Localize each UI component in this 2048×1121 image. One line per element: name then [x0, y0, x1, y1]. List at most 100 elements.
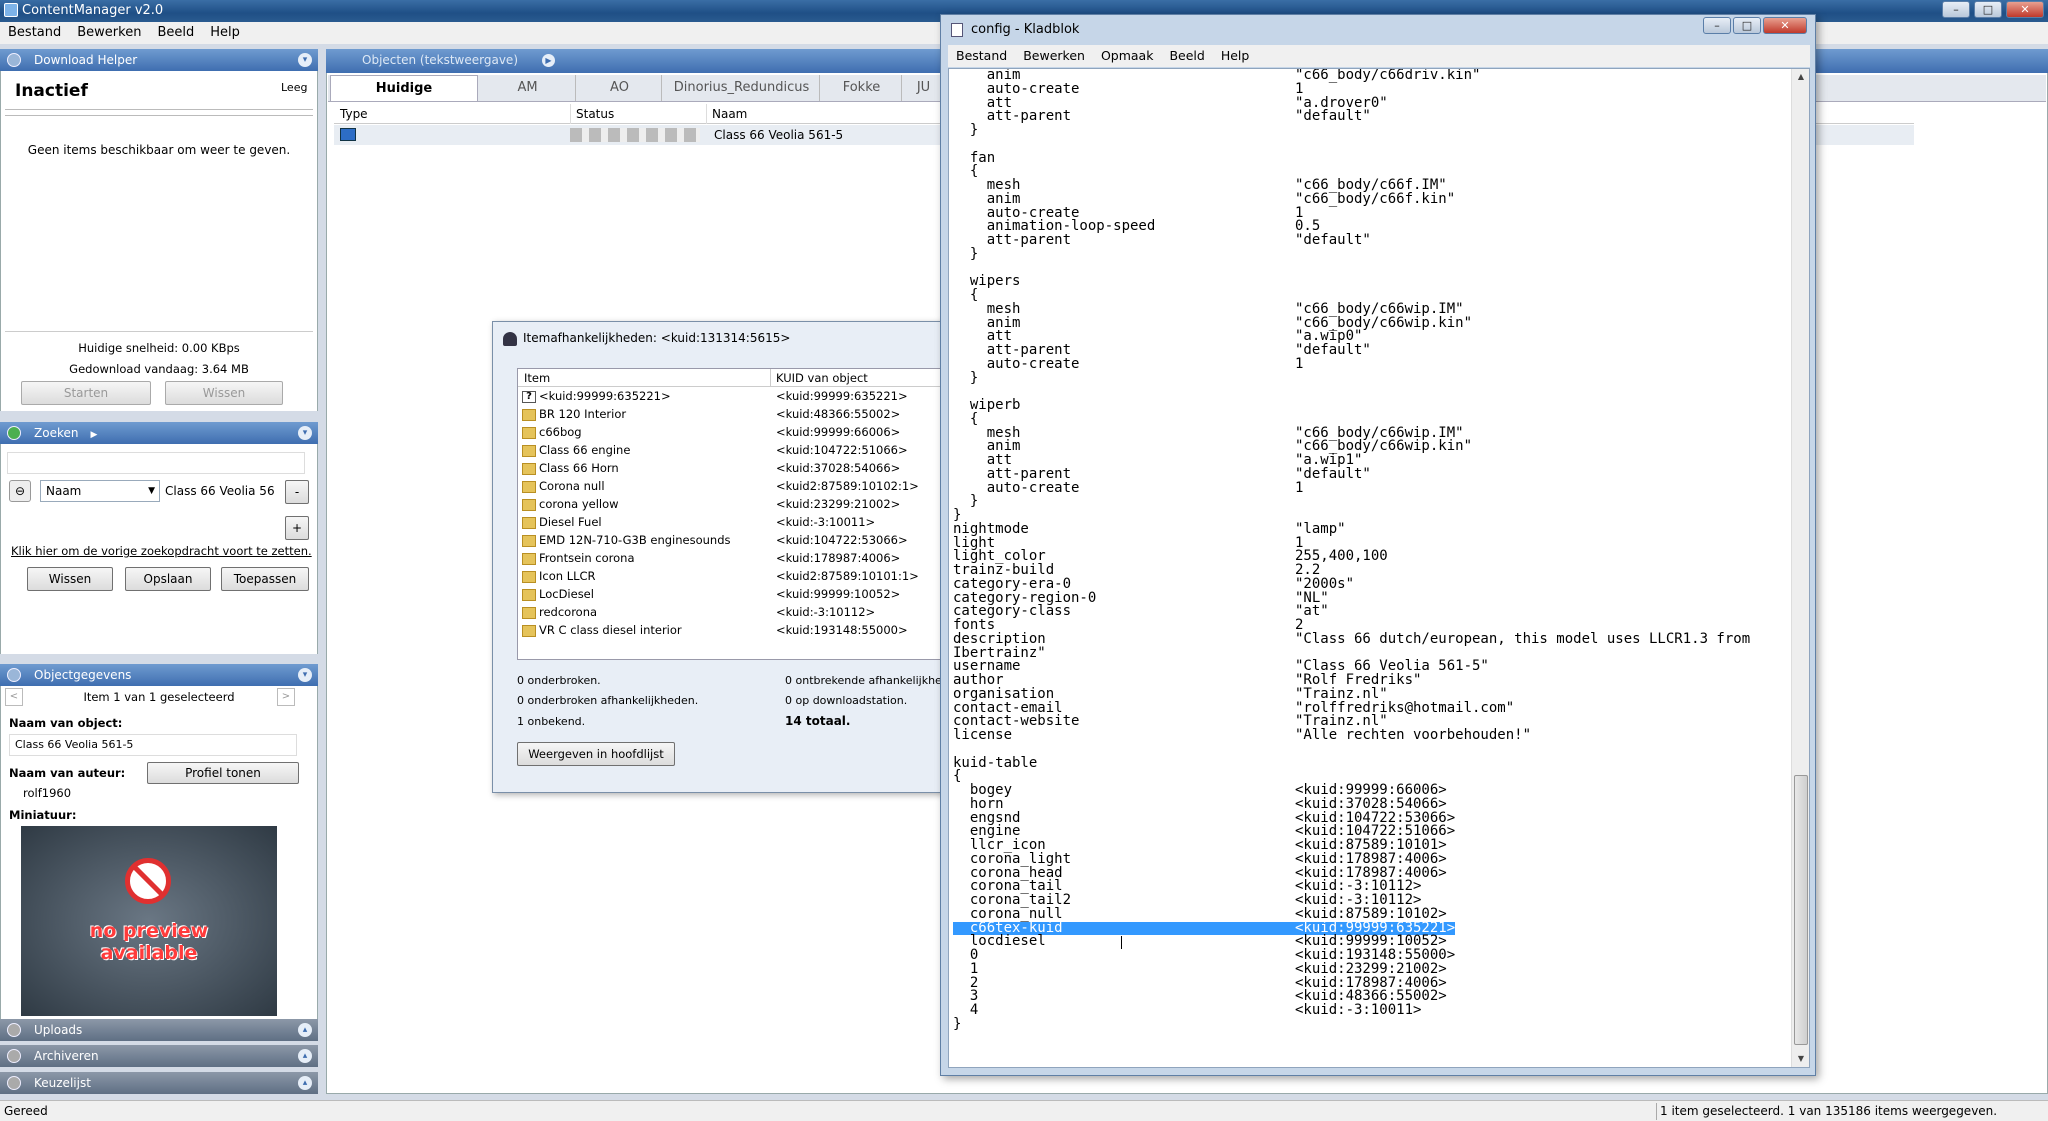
dependency-row[interactable]: ? <kuid:99999:635221> <kuid:99999:635221> [518, 387, 954, 405]
text-line[interactable] [953, 385, 1789, 399]
show-profile-button[interactable]: Profiel tonen [147, 762, 299, 784]
text-line[interactable]: anim "c66_body/c66wip.kin" [953, 439, 1789, 454]
text-line[interactable]: } [953, 508, 1789, 523]
text-line[interactable]: auto-create 1 [953, 481, 1789, 496]
dependency-row[interactable]: Corona null <kuid2:87589:10102:1> [518, 477, 954, 495]
text-line[interactable]: } [953, 371, 1789, 386]
text-line[interactable]: att "a.drover0" [953, 96, 1789, 111]
next-item-button[interactable]: > [277, 688, 295, 706]
dependency-row[interactable]: EMD 12N-710-G3B enginesounds <kuid:104722… [518, 531, 954, 549]
dependency-row[interactable]: corona yellow <kuid:23299:21002> [518, 495, 954, 513]
dependency-row[interactable]: Diesel Fuel <kuid:-3:10011> [518, 513, 954, 531]
notepad-text[interactable]: anim "c66_body/c66driv.kin" auto-create 1 … [953, 69, 1789, 1032]
notepad-menu-help[interactable]: Help [1213, 45, 1258, 67]
download-helper-header[interactable]: Download Helper ▾ [0, 49, 318, 71]
search-header[interactable]: Zoeken ▶ ▾ [0, 422, 318, 444]
text-line[interactable]: description "Class 66 dutch/european, thi… [953, 632, 1789, 647]
dependency-row[interactable]: Class 66 engine <kuid:104722:51066> [518, 441, 954, 459]
vertical-scrollbar[interactable]: ▲ ▼ [1791, 69, 1809, 1067]
apply-button[interactable]: Toepassen [221, 567, 309, 591]
text-line[interactable]: } [953, 1017, 1789, 1032]
text-line[interactable]: att-parent "default" [953, 233, 1789, 248]
search-text-input[interactable] [7, 452, 305, 474]
notepad-maximize-button[interactable]: □ [1733, 17, 1761, 34]
text-line[interactable]: license "Alle rechten voorbehouden!" [953, 728, 1789, 743]
menu-help[interactable]: Help [202, 22, 248, 44]
text-line[interactable]: } [953, 494, 1789, 509]
notepad-menu-bestand[interactable]: Bestand [948, 45, 1015, 67]
tab-dinorius[interactable]: Dinorius_Redundicus [664, 75, 820, 101]
dependency-row[interactable]: Frontsein corona <kuid:178987:4006> [518, 549, 954, 567]
search-value[interactable]: Class 66 Veolia 561-5 [165, 484, 275, 498]
dependency-row[interactable]: redcorona <kuid:-3:10112> [518, 603, 954, 621]
tab-fokke[interactable]: Fokke [822, 75, 902, 101]
remove-criterion-button[interactable]: - [285, 480, 309, 504]
col-status[interactable]: Status [576, 107, 614, 121]
text-line[interactable]: att "a.wip1" [953, 453, 1789, 468]
tab-ao[interactable]: AO [578, 75, 662, 101]
collapse-icon[interactable]: ▾ [298, 426, 312, 440]
menu-bestand[interactable]: Bestand [0, 22, 69, 44]
text-line[interactable]: wiperb [953, 398, 1789, 413]
text-line[interactable]: anim "c66_body/c66wip.kin" [953, 316, 1789, 331]
expand-icon[interactable]: ▴ [298, 1023, 312, 1037]
close-button[interactable]: ✕ [2006, 1, 2044, 18]
text-line[interactable]: trainz-build 2.2 [953, 563, 1789, 578]
text-line[interactable]: } [953, 247, 1789, 262]
col-item[interactable]: Item [524, 371, 550, 385]
notepad-close-button[interactable]: ✕ [1763, 17, 1807, 34]
dependency-row[interactable]: VR C class diesel interior <kuid:193148:5… [518, 621, 954, 639]
text-line[interactable]: 4 <kuid:-3:10011> [953, 1003, 1789, 1018]
dependency-row[interactable]: c66bog <kuid:99999:66006> [518, 423, 954, 441]
text-line[interactable]: fan [953, 151, 1789, 166]
menu-bewerken[interactable]: Bewerken [69, 22, 149, 44]
uploads-header[interactable]: Uploads ▴ [0, 1019, 318, 1041]
text-line[interactable]: att "a.wip0" [953, 329, 1789, 344]
add-criterion-button[interactable]: + [285, 516, 309, 540]
tab-current-search[interactable]: Huidige zoekopdracht [330, 75, 478, 122]
scroll-up-icon[interactable]: ▲ [1792, 69, 1809, 85]
text-line[interactable]: animation-loop-speed 0.5 [953, 219, 1789, 234]
picklist-header[interactable]: Keuzelijst ▴ [0, 1072, 318, 1094]
save-button[interactable]: Opslaan [125, 567, 211, 591]
objects-arrow-icon[interactable]: ▶ [542, 54, 555, 67]
text-line[interactable]: } [953, 123, 1789, 138]
text-line[interactable]: nightmode "lamp" [953, 522, 1789, 537]
scroll-thumb[interactable] [1794, 775, 1808, 1045]
text-line[interactable] [953, 138, 1789, 152]
objectdata-header[interactable]: Objectgegevens ▾ [0, 664, 318, 686]
notepad-menu-opmaak[interactable]: Opmaak [1093, 45, 1162, 67]
text-line[interactable]: kuid-table [953, 756, 1789, 771]
notepad-menu-beeld[interactable]: Beeld [1161, 45, 1212, 67]
notepad-minimize-button[interactable]: – [1703, 17, 1731, 34]
text-line[interactable] [953, 262, 1789, 276]
search-clear-icon[interactable]: ⊖ [9, 480, 31, 502]
show-in-main-list-button[interactable]: Weergeven in hoofdlijst [517, 742, 675, 766]
menu-beeld[interactable]: Beeld [149, 22, 202, 44]
archive-header[interactable]: Archiveren ▴ [0, 1045, 318, 1067]
notepad-editor[interactable]: anim "c66_body/c66driv.kin" auto-create 1 … [948, 68, 1810, 1068]
col-type[interactable]: Type [340, 107, 368, 121]
search-clear-button[interactable]: Wissen [27, 567, 113, 591]
continue-search-link[interactable]: Klik hier om de vorige zoekopdracht voor… [11, 544, 312, 558]
tab-am[interactable]: AM [480, 75, 576, 101]
tab-ju[interactable]: JU [904, 75, 944, 101]
text-line[interactable]: category-class "at" [953, 604, 1789, 619]
object-name-field[interactable]: Class 66 Veolia 561-5 [9, 734, 297, 756]
collapse-icon[interactable]: ▾ [298, 53, 312, 67]
dependency-row[interactable]: LocDiesel <kuid:99999:10052> [518, 585, 954, 603]
col-name[interactable]: Naam [712, 107, 747, 121]
col-kuid[interactable]: KUID van object [776, 371, 868, 385]
clear-button[interactable]: Wissen [165, 381, 283, 405]
dependency-row[interactable]: Icon LLCR <kuid2:87589:10101:1> [518, 567, 954, 585]
text-line[interactable]: wipers [953, 274, 1789, 289]
collapse-icon[interactable]: ▾ [298, 668, 312, 682]
start-button[interactable]: Starten [21, 381, 151, 405]
text-line[interactable]: light_color 255,400,100 [953, 549, 1789, 564]
field-select[interactable]: Naam ▼ [40, 480, 160, 502]
text-line[interactable]: auto-create 1 [953, 357, 1789, 372]
text-line[interactable]: att-parent "default" [953, 109, 1789, 124]
maximize-button[interactable]: □ [1974, 1, 2002, 18]
text-line[interactable]: category-region-0 "NL" [953, 591, 1789, 606]
scroll-down-icon[interactable]: ▼ [1792, 1051, 1809, 1067]
